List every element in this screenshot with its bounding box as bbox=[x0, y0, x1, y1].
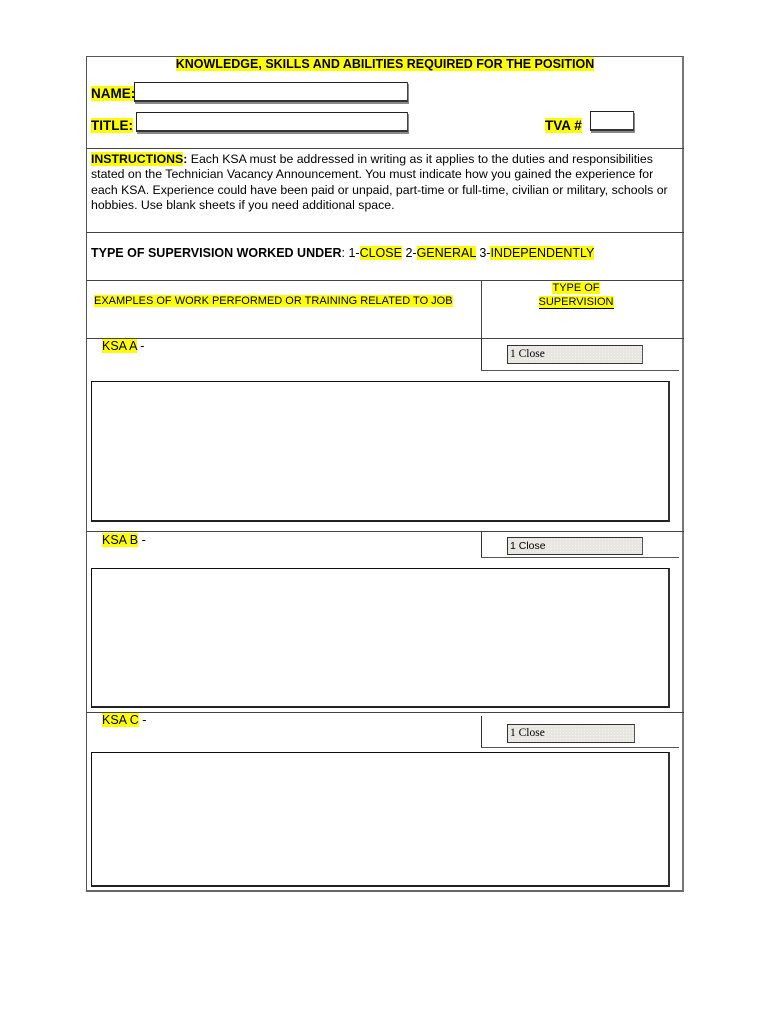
supervision-cell-bottom bbox=[481, 370, 679, 371]
supervision-cell-bottom bbox=[481, 557, 679, 558]
tva-input[interactable] bbox=[590, 111, 634, 131]
ksa-a-label: KSA A - bbox=[102, 339, 145, 353]
name-input[interactable] bbox=[134, 82, 408, 102]
ksa-b-label: KSA B - bbox=[102, 533, 146, 547]
supervision-legend: TYPE OF SUPERVISION WORKED UNDER: 1-CLOS… bbox=[91, 246, 595, 260]
section-divider bbox=[86, 232, 684, 233]
ksa-b-response-textarea[interactable] bbox=[91, 568, 670, 708]
column-divider bbox=[481, 716, 482, 747]
title-label: TITLE: bbox=[91, 118, 133, 133]
instructions-text: INSTRUCTIONS: Each KSA must be addressed… bbox=[91, 152, 668, 213]
ksa-c-response-textarea[interactable] bbox=[91, 752, 670, 887]
examples-column-header: EXAMPLES OF WORK PERFORMED OR TRAINING R… bbox=[94, 295, 453, 307]
column-divider bbox=[481, 531, 482, 557]
column-divider bbox=[481, 338, 482, 370]
ksa-a-supervision-dropdown[interactable]: 1 Close bbox=[507, 345, 643, 364]
section-divider bbox=[86, 531, 684, 532]
section-divider bbox=[86, 280, 684, 281]
section-divider bbox=[86, 148, 684, 149]
form-title: KNOWLEDGE, SKILLS AND ABILITIES REQUIRED… bbox=[175, 57, 595, 71]
ksa-c-label: KSA C - bbox=[102, 713, 147, 727]
ksa-a-response-textarea[interactable] bbox=[91, 381, 670, 522]
supervision-cell-bottom bbox=[481, 747, 679, 748]
type-column-header: TYPE OF SUPERVISION bbox=[538, 282, 614, 309]
column-divider bbox=[481, 280, 482, 338]
section-divider bbox=[86, 338, 684, 339]
title-input[interactable] bbox=[136, 112, 408, 132]
section-divider bbox=[86, 712, 684, 713]
name-label: NAME: bbox=[91, 86, 136, 101]
tva-label: TVA # bbox=[545, 118, 582, 133]
ksa-c-supervision-dropdown[interactable]: 1 Close bbox=[507, 724, 635, 743]
ksa-b-supervision-dropdown[interactable]: 1 Close bbox=[507, 537, 643, 555]
